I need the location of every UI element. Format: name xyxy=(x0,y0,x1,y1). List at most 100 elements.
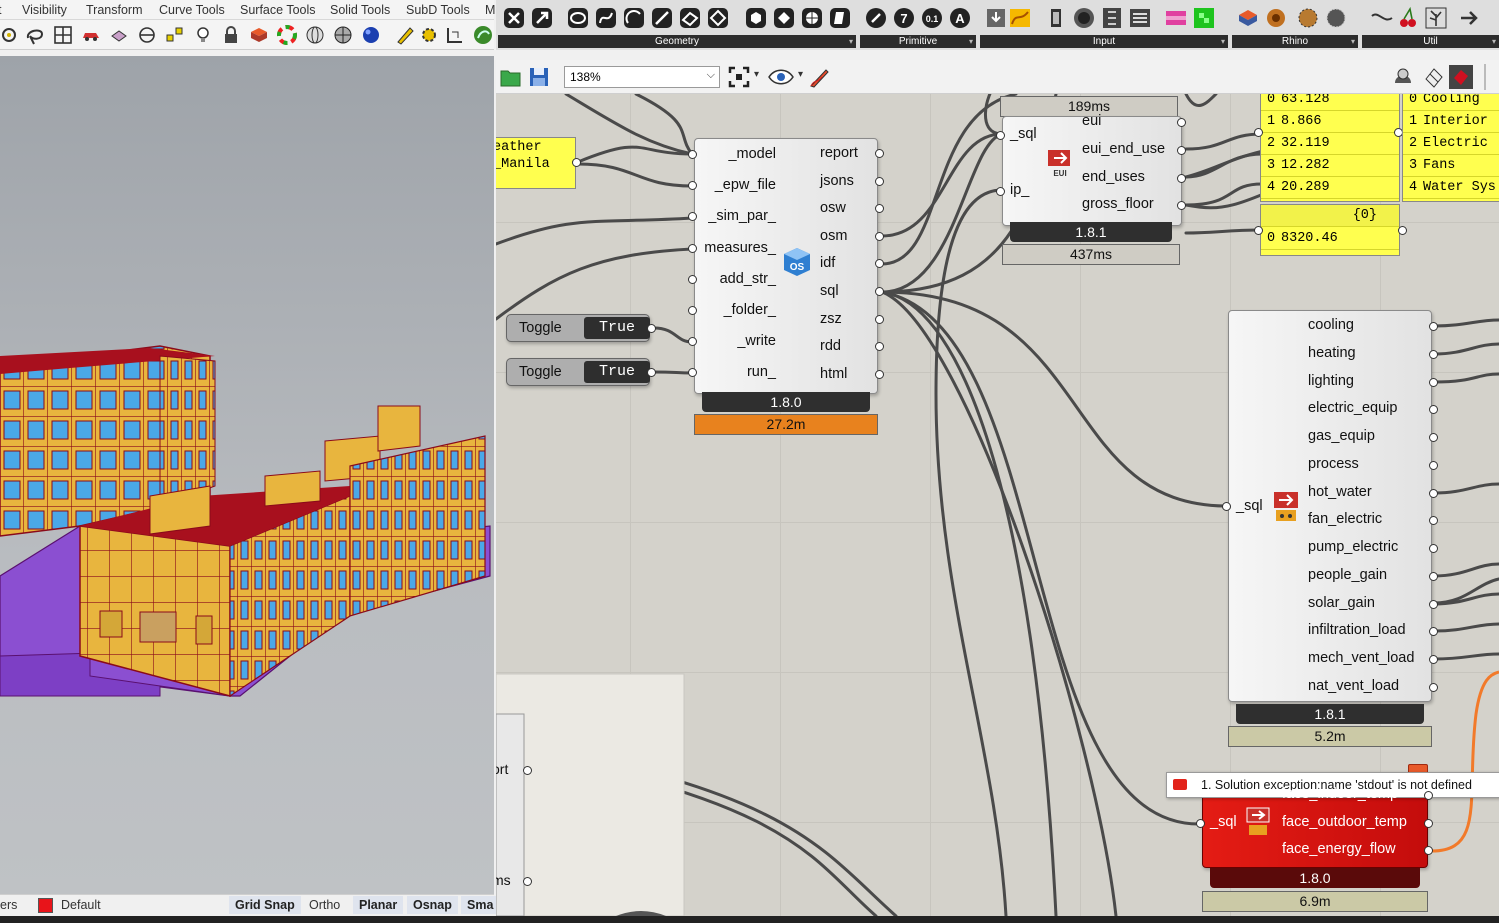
preview-shaded-icon[interactable] xyxy=(1392,65,1414,89)
ribbon-group-label[interactable]: Geometry xyxy=(498,35,856,48)
sphere-wire-icon[interactable] xyxy=(304,24,326,46)
output-grip[interactable] xyxy=(572,158,581,167)
output-grip[interactable] xyxy=(1177,118,1186,127)
gh-canvas[interactable]: eather _Manila Toggle True Toggle True O… xyxy=(496,94,1499,916)
surface-param-icon[interactable] xyxy=(678,6,702,30)
run-toggle-run[interactable]: Toggle True xyxy=(506,358,650,386)
run-toggle-write[interactable]: Toggle True xyxy=(506,314,650,342)
box-param-icon[interactable] xyxy=(744,6,768,30)
zoom-level-select[interactable]: 138% ⌵ xyxy=(564,66,720,88)
tab-curve-tools[interactable]: Curve Tools xyxy=(159,3,225,17)
output-grip[interactable] xyxy=(1429,433,1438,442)
tab-truncated-m[interactable]: M xyxy=(485,3,495,17)
light-icon[interactable] xyxy=(192,24,214,46)
output-grip[interactable] xyxy=(1429,488,1438,498)
rhino-sphere-icon[interactable] xyxy=(1324,6,1348,30)
geometry-param-icon[interactable] xyxy=(502,6,526,30)
output-grip[interactable] xyxy=(1429,571,1438,581)
brep-param-icon[interactable] xyxy=(772,6,796,30)
output-grip[interactable] xyxy=(1429,377,1438,387)
output-grip[interactable] xyxy=(647,368,656,377)
gross-floor-panel[interactable]: {0} 0 8320.46 xyxy=(1260,204,1400,256)
line-param-icon[interactable] xyxy=(650,6,674,30)
arrow-right-icon[interactable] xyxy=(1458,6,1482,30)
layer-name[interactable]: Default xyxy=(61,898,101,912)
output-grip[interactable] xyxy=(1429,460,1438,470)
sphere-render-icon[interactable] xyxy=(360,24,382,46)
pen-icon[interactable] xyxy=(394,24,416,46)
output-grip[interactable] xyxy=(523,766,532,775)
ribbon-group-label[interactable]: Rhino xyxy=(1232,35,1358,48)
output-grip[interactable] xyxy=(1429,544,1438,553)
tab-subd-tools[interactable]: SubD Tools xyxy=(406,3,470,17)
layers-label[interactable]: ers xyxy=(0,898,17,912)
ribbon-group-label[interactable]: Util xyxy=(1362,35,1499,48)
layer-color-swatch[interactable] xyxy=(38,898,53,913)
snap-icon[interactable] xyxy=(0,24,20,46)
preview-wire-icon[interactable] xyxy=(1422,65,1444,89)
rhino-perspective-viewport[interactable] xyxy=(0,56,494,894)
output-grip[interactable] xyxy=(1429,322,1438,331)
grasshopper-icon[interactable] xyxy=(472,24,494,46)
output-grip[interactable] xyxy=(1177,145,1186,155)
integer-param-icon[interactable]: 7 xyxy=(892,6,916,30)
ortho-toggle[interactable]: Ortho xyxy=(309,898,340,912)
input-grip[interactable] xyxy=(1196,819,1205,828)
lock-icon[interactable] xyxy=(220,24,242,46)
slider-param-icon[interactable] xyxy=(1100,6,1124,30)
cherry-icon[interactable] xyxy=(1396,6,1420,30)
output-grip[interactable] xyxy=(523,877,532,886)
color-swatch-icon[interactable] xyxy=(1164,6,1188,30)
dimension-icon[interactable] xyxy=(444,24,466,46)
output-grip[interactable] xyxy=(1424,818,1433,828)
output-grip[interactable] xyxy=(1429,349,1438,359)
tab-transform[interactable]: Transform xyxy=(86,3,143,17)
vector-param-icon[interactable] xyxy=(530,6,554,30)
battery-icon[interactable] xyxy=(1044,6,1068,30)
button-param-icon[interactable] xyxy=(1072,6,1096,30)
boolean-param-icon[interactable] xyxy=(864,6,888,30)
target-icon[interactable] xyxy=(136,24,158,46)
ribbon-group-label[interactable]: Input xyxy=(980,35,1228,48)
input-grip[interactable] xyxy=(1222,502,1231,511)
open-file-icon[interactable] xyxy=(500,67,522,87)
gear-icon[interactable] xyxy=(418,24,440,46)
output-grip[interactable] xyxy=(875,176,884,186)
grid-icon[interactable] xyxy=(52,24,74,46)
output-grip[interactable] xyxy=(647,324,656,333)
material-icon[interactable] xyxy=(248,24,270,46)
geometry-cache-icon[interactable] xyxy=(828,6,852,30)
end-use-names-panel[interactable]: 0 Cooling 1 Interior 2 Electric 3 Fans 4 Water Sy… xyxy=(1402,94,1499,202)
input-grip[interactable] xyxy=(996,187,1005,196)
tab-truncated[interactable]: t xyxy=(0,3,1,17)
field-param-icon[interactable] xyxy=(800,6,824,30)
output-grip[interactable] xyxy=(1424,791,1433,800)
eui-values-panel[interactable]: 0 63.128 1 8.866 2 32.119 3 12.282 4 20.289 xyxy=(1260,94,1400,202)
wire-icon[interactable] xyxy=(1370,6,1394,30)
points-icon[interactable] xyxy=(164,24,186,46)
rhino-texture-icon[interactable] xyxy=(1264,6,1288,30)
tab-visibility[interactable]: Visibility xyxy=(22,3,67,17)
smarttrack-toggle[interactable]: Sma xyxy=(461,896,500,914)
output-grip[interactable] xyxy=(1398,226,1407,235)
rhino-material-icon[interactable] xyxy=(1236,6,1260,30)
sketch-pen-icon[interactable] xyxy=(808,65,832,89)
checker-icon[interactable] xyxy=(1192,6,1216,30)
output-grip[interactable] xyxy=(1429,682,1438,692)
dropdown-chevron-icon[interactable]: ▾ xyxy=(798,69,803,80)
planar-toggle[interactable]: Planar xyxy=(353,896,404,914)
input-grip[interactable] xyxy=(1254,128,1263,137)
toggle-value[interactable]: True xyxy=(584,317,650,339)
osnap-toggle[interactable]: Osnap xyxy=(407,896,458,914)
output-grip[interactable] xyxy=(875,314,884,324)
toggle-value[interactable]: True xyxy=(584,361,650,383)
import-icon[interactable] xyxy=(984,6,1008,30)
preview-selected-icon[interactable] xyxy=(1448,64,1474,90)
grid-snap-toggle[interactable]: Grid Snap xyxy=(229,896,301,914)
arc-param-icon[interactable] xyxy=(622,6,646,30)
lasso-icon[interactable] xyxy=(24,24,46,46)
sphere-mesh-icon[interactable] xyxy=(332,24,354,46)
output-grip[interactable] xyxy=(1429,655,1438,664)
zoom-extents-icon[interactable] xyxy=(728,66,750,88)
ribbon-group-label[interactable]: Primitive xyxy=(860,35,976,48)
